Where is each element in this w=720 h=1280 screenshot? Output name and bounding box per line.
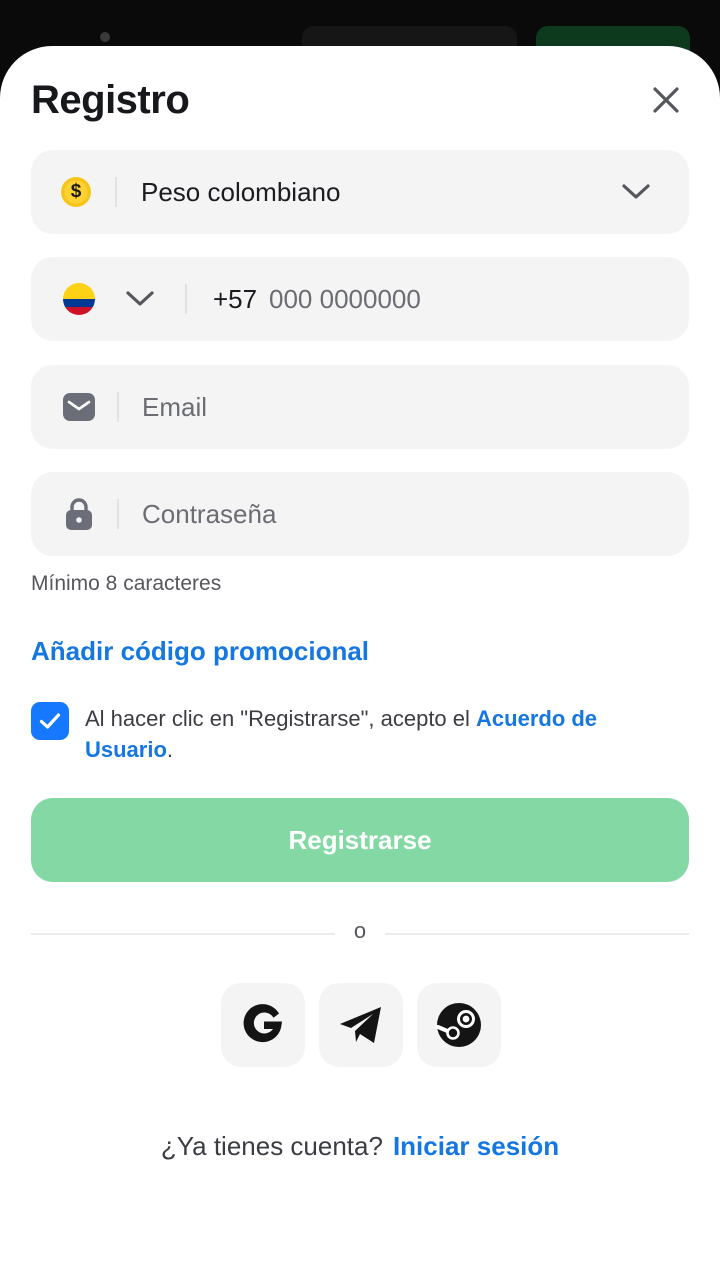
close-button[interactable] [642,76,690,124]
envelope-icon [63,393,95,421]
terms-statement: Al hacer clic en "Registrarse", acepto e… [85,706,477,731]
terms-checkbox[interactable] [31,702,69,740]
registration-sheet: Registro $ Peso colombiano +57 000 00000… [0,46,720,1280]
google-login-button[interactable] [221,983,305,1067]
currency-symbol: $ [70,181,82,202]
background-app-dot [100,32,110,42]
google-icon [243,1004,282,1043]
login-question: ¿Ya tienes cuenta? [160,1131,383,1161]
steam-login-button[interactable] [417,983,501,1067]
login-prompt: ¿Ya tienes cuenta? Iniciar sesión [0,1131,720,1162]
colombia-flag-icon [63,283,95,315]
divider-label: o [353,918,367,943]
email-field[interactable]: Email [31,365,689,449]
modal-title: Registro [31,78,190,122]
field-separator [185,284,187,314]
login-link[interactable]: Iniciar sesión [393,1131,559,1161]
add-promo-code-link[interactable]: Añadir código promocional [31,636,369,667]
password-placeholder: Contraseña [142,499,277,529]
steam-icon [436,1003,481,1047]
password-hint: Mínimo 8 caracteres [31,572,222,595]
terms-text: Al hacer clic en "Registrarse", acepto e… [85,703,685,765]
register-button[interactable]: Registrarse [31,798,689,882]
terms-suffix: . [166,737,174,762]
chevron-down-icon [622,184,650,199]
telegram-login-button[interactable] [319,983,403,1067]
phone-prefix: +57 [213,284,258,314]
field-separator [117,499,119,529]
currency-value: Peso colombiano [141,177,341,207]
phone-field[interactable]: +57 000 0000000 [31,257,689,341]
checkmark-icon [39,713,61,729]
close-icon [653,87,679,113]
field-separator [117,392,119,422]
divider-line-right [385,933,689,935]
phone-placeholder: 000 0000000 [269,284,421,314]
field-separator [115,177,117,207]
chevron-down-icon [126,291,154,306]
currency-select[interactable]: $ Peso colombiano [31,150,689,234]
telegram-icon [340,1007,381,1043]
divider-line-left [31,933,335,935]
email-placeholder: Email [142,392,208,422]
lock-icon [66,498,92,530]
country-selector[interactable] [31,257,181,341]
password-field[interactable]: Contraseña [31,472,689,556]
